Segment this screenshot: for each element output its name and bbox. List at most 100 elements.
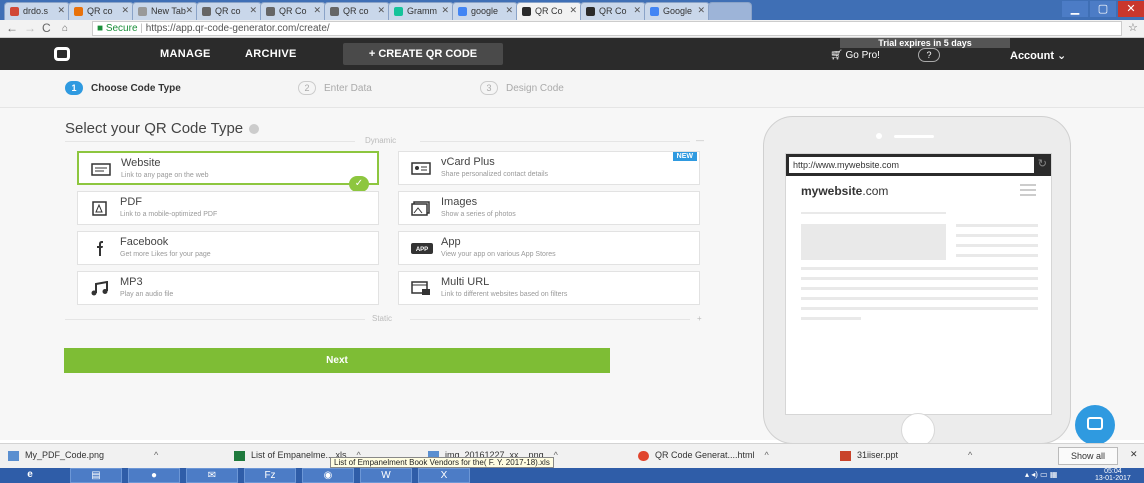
next-button[interactable]: Next [64,348,610,373]
minimize-window-icon[interactable]: ▁ [1062,1,1088,17]
reload-icon[interactable]: C [42,21,51,35]
show-all-downloads-button[interactable]: Show all [1058,447,1118,465]
code-type-facebook[interactable]: Facebook Get more Likes for your page [77,231,379,265]
firefox-icon[interactable]: ◉ [302,468,354,483]
download-item[interactable]: 31iiser.ppt ^ [840,450,972,461]
browser-tab[interactable]: drdo.s ✕ [4,2,70,20]
bookmark-star-icon[interactable]: ☆ [1128,21,1138,34]
preview-menu-icon [1020,184,1036,199]
vcard-icon [411,162,431,175]
system-clock[interactable]: 05:04 13-01-2017 [1095,468,1131,482]
step-design-code: 3 Design Code [480,81,564,95]
app-icon[interactable]: ✉ [186,468,238,483]
new-badge: NEW [672,152,697,161]
dynamic-collapse-toggle[interactable]: — [696,136,704,145]
code-type-images[interactable]: Images Show a series of photos [398,191,700,225]
browser-tab[interactable]: Google ✕ [644,2,710,20]
close-tab-icon[interactable]: ✕ [313,5,321,16]
code-type-pdf[interactable]: PDF Link to a mobile-optimized PDF [77,191,379,225]
browser-tab[interactable]: QR co ✕ [196,2,262,20]
chevron-up-icon[interactable]: ^ [554,450,558,460]
close-tab-icon[interactable]: ✕ [249,5,257,16]
chat-support-button[interactable] [1075,405,1115,445]
download-item[interactable]: QR Code Generat....html ^ [638,450,769,461]
close-tab-icon[interactable]: ✕ [697,5,705,16]
browser-tab[interactable]: QR co ✕ [324,2,390,20]
phone-screen: http://www.mywebsite.com ↻ mywebsite.com [785,153,1052,415]
maximize-window-icon[interactable]: ▢ [1090,1,1116,17]
browser-tab[interactable]: Gramm ✕ [388,2,454,20]
images-icon [411,201,430,216]
home-icon[interactable]: ⌂ [62,23,68,34]
step-enter-data: 2 Enter Data [298,81,372,95]
placeholder-line [801,267,1038,270]
page-favicon-icon [330,7,339,16]
back-arrow-icon[interactable]: ← [6,21,18,35]
chrome-icon[interactable]: ● [128,468,180,483]
page-title: Select your QR Code Type [65,120,260,137]
address-bar: ← → C ⌂ ■ Secure | https://app.qr-code-g… [0,20,1144,38]
pdf-icon [92,201,107,216]
preview-url: http://www.mywebsite.com [789,157,1034,173]
close-downloads-icon[interactable]: ✕ [1130,449,1138,460]
new-tab-favicon-icon [138,7,147,16]
phone-speaker [894,135,934,138]
browser-tab[interactable]: New Tab ✕ [132,2,198,20]
help-button[interactable]: ? [918,48,940,62]
phone-camera [876,133,882,139]
close-tab-icon[interactable]: ✕ [505,5,513,16]
page-favicon-icon [202,7,211,16]
close-tab-icon[interactable]: ✕ [633,5,641,16]
gmail-favicon-icon [10,7,19,16]
internet-explorer-icon[interactable]: e [4,468,56,483]
close-tab-icon[interactable]: ✕ [569,5,577,16]
system-tray-icons[interactable]: ▴ ◂) ▭ ▦ [1025,470,1057,479]
excel-icon[interactable]: X [418,468,470,483]
code-type-mp3[interactable]: MP3 Play an audio file [77,271,379,305]
close-tab-icon[interactable]: ✕ [121,5,129,16]
close-window-icon[interactable]: ✕ [1118,1,1144,17]
chevron-up-icon[interactable]: ^ [968,450,972,460]
qr-generator-logo-icon[interactable] [54,47,70,61]
close-tab-icon[interactable]: ✕ [441,5,449,16]
account-menu[interactable]: Account ⌄ [1010,49,1066,62]
filezilla-icon[interactable]: Fz [244,468,296,483]
static-section-label: Static [372,314,393,323]
code-type-multi-url[interactable]: Multi URL Link to different websites bas… [398,271,700,305]
placeholder-image [801,224,946,260]
secure-label: Secure [105,23,138,34]
grammarly-favicon-icon [394,7,403,16]
browser-tab[interactable]: QR Co ✕ [580,2,646,20]
file-explorer-icon[interactable]: ▤ [70,468,122,483]
nav-archive[interactable]: ARCHIVE [245,48,297,60]
placeholder-line [801,287,1038,290]
close-tab-icon[interactable]: ✕ [57,5,65,16]
code-type-vcard-plus[interactable]: vCard Plus Share personalized contact de… [398,151,700,185]
app-icon: APP [411,243,433,254]
code-type-app[interactable]: APP App View your app on various App Sto… [398,231,700,265]
go-pro-link[interactable]: 🛒︎ Go Pro! [830,50,880,61]
download-item[interactable]: My_PDF_Code.png ^ [8,450,158,461]
downloads-bar: My_PDF_Code.png ^ List of Empanelme....xl… [0,443,1144,468]
chevron-up-icon[interactable]: ^ [154,450,158,460]
forward-arrow-icon[interactable]: → [24,21,36,35]
nav-manage[interactable]: MANAGE [160,48,211,60]
browser-tab[interactable]: QR Co ✕ [260,2,326,20]
url-input[interactable]: ■ Secure | https://app.qr-code-generator… [92,21,1122,36]
new-tab-button[interactable] [708,2,752,20]
static-expand-toggle[interactable]: + [697,314,702,323]
step-choose-code-type: 1 Choose Code Type [65,81,181,95]
qr-favicon-icon [522,7,531,16]
close-tab-icon[interactable]: ✕ [377,5,385,16]
placeholder-line [801,307,1038,310]
create-qr-code-button[interactable]: + CREATE QR CODE [343,43,503,65]
browser-tab[interactable]: google ✕ [452,2,518,20]
word-icon[interactable]: W [360,468,412,483]
windows-taskbar: e ▤ ● ✉ Fz ◉ W X ▴ ◂) ▭ ▦ 05:04 13-01-201… [0,468,1144,483]
chevron-up-icon[interactable]: ^ [765,450,769,460]
close-tab-icon[interactable]: ✕ [185,5,193,16]
info-icon[interactable] [249,124,260,135]
code-type-website[interactable]: Website Link to any page on the web ✓ [77,151,379,192]
browser-tab-active[interactable]: QR Co ✕ [516,2,582,20]
browser-tab[interactable]: QR co ✕ [68,2,134,20]
